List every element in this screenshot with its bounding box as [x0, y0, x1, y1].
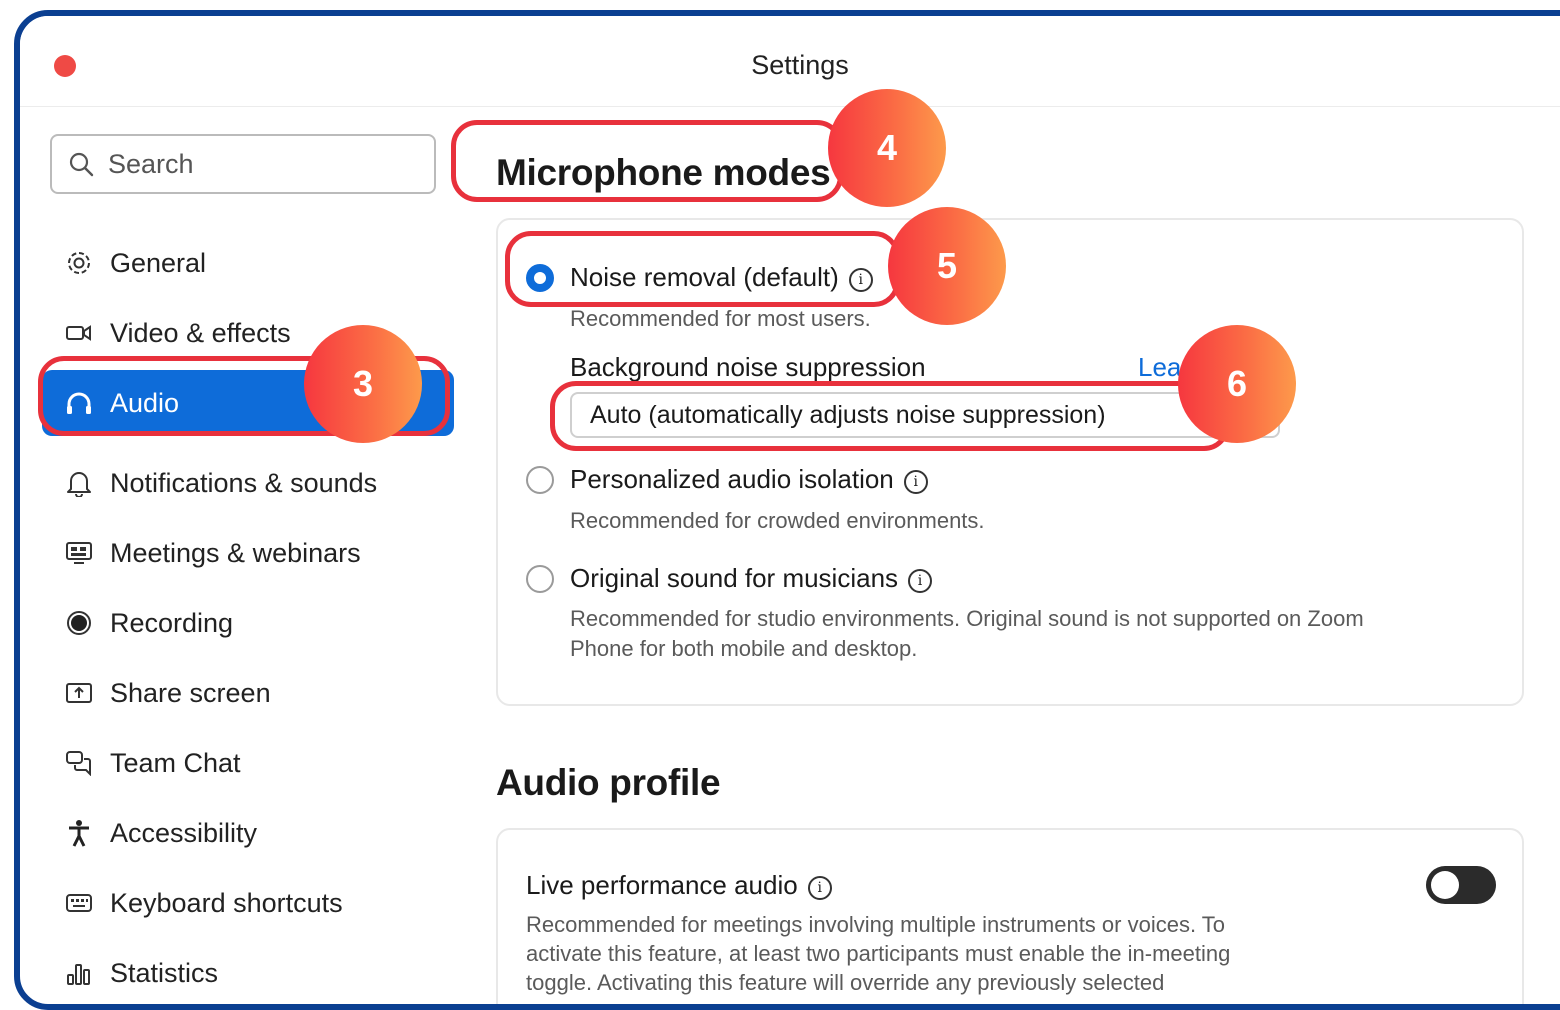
- audio-isolation-radio[interactable]: [526, 466, 554, 494]
- sidebar-item-statistics[interactable]: Statistics: [42, 938, 454, 1004]
- sidebar-item-label: Statistics: [110, 957, 219, 988]
- section-heading-audio-profile: Audio profile: [496, 762, 721, 803]
- info-icon[interactable]: i: [848, 268, 873, 292]
- live-performance-label: Live performance audio i: [526, 870, 832, 901]
- dropdown-selected-value: Auto (automatically adjusts noise suppre…: [590, 400, 1106, 429]
- chat-icon: [64, 748, 94, 778]
- title-bar: Settings: [20, 16, 1560, 107]
- sidebar-item-label: Share screen: [110, 677, 271, 708]
- audio-profile-card: Live performance audio i Recommended for …: [496, 828, 1524, 1004]
- info-icon[interactable]: i: [903, 470, 928, 494]
- sidebar-item-meetings[interactable]: Meetings & webinars: [42, 518, 454, 588]
- original-sound-description-line1: Recommended for studio environments. Ori…: [570, 606, 1364, 631]
- gear-icon: [64, 248, 94, 278]
- live-performance-description-line2: activate this feature, at least two part…: [526, 941, 1231, 966]
- settings-content: Microphone modes Noise removal (default)…: [496, 108, 1536, 1004]
- sidebar-item-general[interactable]: General: [42, 228, 454, 298]
- noise-removal-description: Recommended for most users.: [570, 306, 871, 331]
- app-window: Settings General Video & effects Audio: [14, 10, 1560, 1010]
- info-icon[interactable]: i: [908, 569, 933, 593]
- sidebar-item-label: Audio: [110, 387, 180, 418]
- sidebar-item-label: Accessibility: [110, 817, 258, 848]
- sidebar-item-label: General: [110, 247, 207, 278]
- accessibility-icon: [64, 818, 94, 848]
- sidebar-item-accessibility[interactable]: Accessibility: [42, 798, 454, 868]
- sidebar-item-recording[interactable]: Recording: [42, 588, 454, 658]
- audio-isolation-label: Personalized audio isolation i: [570, 464, 928, 495]
- sidebar-item-label: Notifications & sounds: [110, 467, 378, 498]
- sidebar-item-label: Team Chat: [110, 747, 241, 778]
- sidebar-item-label: Recording: [110, 607, 234, 638]
- microphone-modes-card: Noise removal (default) i Recommended for…: [496, 218, 1524, 706]
- live-performance-toggle[interactable]: [1426, 866, 1496, 904]
- noise-removal-radio[interactable]: [526, 264, 554, 292]
- background-suppression-label: Background noise suppression: [570, 352, 926, 382]
- meetings-icon: [64, 538, 94, 568]
- statistics-icon: [64, 958, 94, 988]
- sidebar-item-share-screen[interactable]: Share screen: [42, 658, 454, 728]
- original-sound-label: Original sound for musicians i: [570, 563, 933, 594]
- live-performance-description-line1: Recommended for meetings involving multi…: [526, 912, 1226, 937]
- audio-isolation-description: Recommended for crowded environments.: [570, 508, 985, 533]
- live-performance-description-line3: toggle. Activating this feature will ove…: [526, 970, 1165, 995]
- original-sound-description-line2: Phone for both mobile and desktop.: [570, 636, 918, 661]
- step-badge-4: 4: [828, 89, 946, 207]
- step-badge-6: 6: [1178, 325, 1296, 443]
- search-icon: [69, 152, 94, 177]
- step-badge-5: 5: [888, 207, 1006, 325]
- share-screen-icon: [64, 678, 94, 708]
- sidebar-item-keyboard-shortcuts[interactable]: Keyboard shortcuts: [42, 868, 454, 938]
- window-title: Settings: [751, 50, 849, 80]
- search-box[interactable]: [50, 134, 436, 194]
- step-badge-3: 3: [304, 325, 422, 443]
- info-icon[interactable]: i: [807, 876, 832, 900]
- sidebar-item-label: Keyboard shortcuts: [110, 887, 343, 918]
- original-sound-radio[interactable]: [526, 565, 554, 593]
- sidebar-item-team-chat[interactable]: Team Chat: [42, 728, 454, 798]
- section-heading-microphone-modes: Microphone modes: [496, 152, 831, 193]
- headphones-icon: [64, 388, 94, 418]
- sidebar-item-notifications[interactable]: Notifications & sounds: [42, 448, 454, 518]
- noise-suppression-dropdown[interactable]: Auto (automatically adjusts noise suppre…: [570, 392, 1280, 438]
- search-input[interactable]: [106, 147, 410, 181]
- noise-removal-label: Noise removal (default) i: [570, 262, 873, 293]
- sidebar-item-label: Video & effects: [110, 317, 291, 348]
- keyboard-icon: [64, 888, 94, 918]
- sidebar-item-label: Meetings & webinars: [110, 537, 361, 568]
- record-icon: [64, 608, 94, 638]
- toggle-knob: [1431, 871, 1459, 899]
- video-camera-icon: [64, 318, 94, 348]
- bell-icon: [64, 468, 94, 498]
